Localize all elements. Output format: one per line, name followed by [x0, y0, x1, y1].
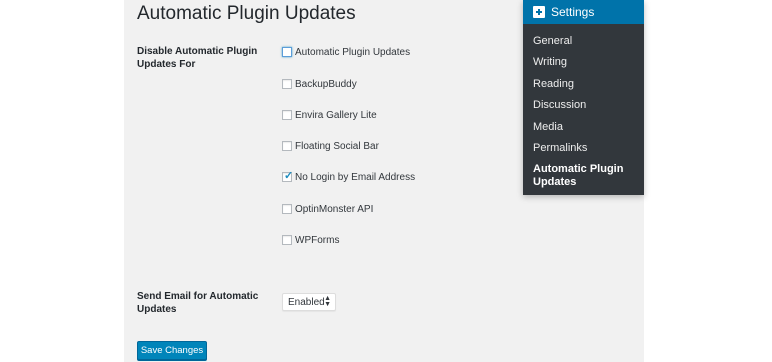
plugin-option-optinmonster-api[interactable]: OptinMonster API: [282, 202, 373, 216]
email-updates-select[interactable]: Enabled ▲ ▼: [282, 293, 336, 311]
plugin-option-automatic-plugin-updates[interactable]: Automatic Plugin Updates: [282, 45, 410, 59]
settings-icon: [533, 6, 545, 18]
plugin-option-envira-gallery-lite[interactable]: Envira Gallery Lite: [282, 108, 377, 122]
menu-item-reading[interactable]: Reading: [533, 78, 574, 91]
menu-item-discussion[interactable]: Discussion: [533, 99, 586, 112]
plugin-option-label: Envira Gallery Lite: [295, 109, 377, 121]
plugin-option-label: No Login by Email Address: [295, 171, 416, 183]
plugin-option-label: Floating Social Bar: [295, 140, 379, 152]
checkbox[interactable]: [282, 79, 292, 89]
checkbox[interactable]: [282, 235, 292, 245]
plugin-option-wpforms[interactable]: WPForms: [282, 233, 339, 247]
plugin-option-label: Automatic Plugin Updates: [295, 46, 411, 58]
save-changes-button[interactable]: Save Changes: [137, 341, 207, 360]
menu-item-general[interactable]: General: [533, 35, 572, 48]
select-value: Enabled: [288, 296, 325, 308]
menu-item-permalinks[interactable]: Permalinks: [533, 142, 587, 155]
plugin-option-label: WPForms: [295, 234, 340, 246]
checkbox-checked[interactable]: ✓: [282, 170, 294, 182]
checkbox[interactable]: [282, 110, 292, 120]
plugin-option-no-login-by-email[interactable]: ✓ No Login by Email Address: [282, 170, 415, 184]
disable-updates-label: Disable Automatic Plugin Updates For: [137, 46, 258, 70]
menu-item-writing[interactable]: Writing: [533, 56, 567, 69]
settings-menu-header-label: Settings: [551, 5, 595, 19]
plugin-option-label: OptinMonster API: [295, 203, 374, 215]
send-email-label: Send Email for Automatic Updates: [137, 291, 259, 315]
plugin-option-backupbuddy[interactable]: BackupBuddy: [282, 77, 357, 91]
menu-item-media[interactable]: Media: [533, 121, 563, 134]
page-title: Automatic Plugin Updates: [137, 3, 356, 24]
checkbox[interactable]: [282, 204, 292, 214]
settings-menu-header[interactable]: Settings: [523, 0, 644, 24]
plugin-option-floating-social-bar[interactable]: Floating Social Bar: [282, 139, 379, 153]
plugin-option-label: BackupBuddy: [295, 78, 357, 90]
select-arrows-icon: ▲ ▼: [324, 295, 331, 308]
checkmark-icon: ✓: [284, 170, 294, 182]
checkbox[interactable]: [282, 141, 292, 151]
checkbox[interactable]: [282, 47, 292, 57]
menu-item-automatic-plugin-updates[interactable]: Automatic Plugin Updates: [533, 163, 638, 189]
settings-flyout-menu: Settings General Writing Reading Discuss…: [523, 0, 644, 195]
